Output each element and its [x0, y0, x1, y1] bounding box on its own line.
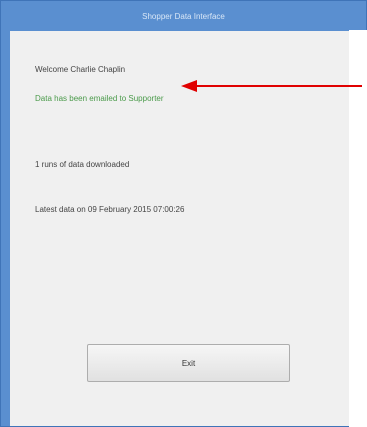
app-window: Shopper Data Interface Welcome Charlie C…	[0, 0, 367, 427]
exit-button[interactable]: Exit	[87, 344, 290, 382]
runs-downloaded-message: 1 runs of data downloaded	[35, 160, 130, 169]
welcome-message: Welcome Charlie Chaplin	[35, 65, 126, 74]
latest-data-message: Latest data on 09 February 2015 07:00:26	[35, 205, 185, 214]
window-titlebar[interactable]: Shopper Data Interface	[1, 1, 366, 31]
window-title: Shopper Data Interface	[142, 11, 225, 21]
exit-button-label: Exit	[181, 358, 196, 368]
email-status-message: Data has been emailed to Supporter	[35, 94, 164, 103]
red-arrow-icon	[181, 80, 362, 92]
